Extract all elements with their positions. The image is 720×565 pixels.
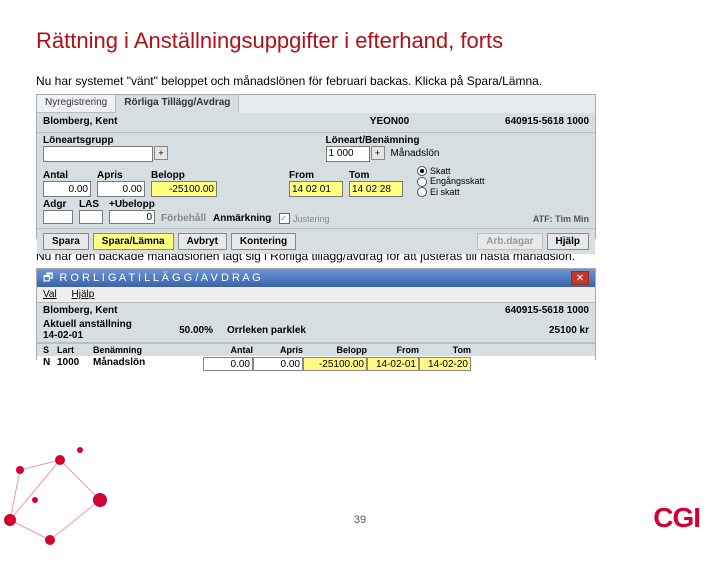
apris-input[interactable]: 0.00: [97, 181, 145, 197]
loneartsgrupp-dropdown-icon[interactable]: +: [154, 146, 168, 160]
save-button[interactable]: Spara: [43, 233, 89, 250]
radio-engangsskatt[interactable]: Engångsskatt: [417, 176, 485, 187]
h-s: S: [43, 345, 57, 355]
col-tom: Tom: [349, 170, 403, 181]
cancel-button[interactable]: Avbryt: [178, 233, 227, 250]
aktuell-label: Aktuell anställning14-02-01: [43, 319, 153, 341]
screenshot-panel-2: 🗗 R O R L I G A T I L L Ä G G / A V D R …: [36, 268, 596, 360]
kr: 25100 kr: [529, 325, 589, 336]
r-ben: Månadslön: [93, 357, 203, 371]
close-icon[interactable]: ✕: [571, 271, 589, 285]
help-button[interactable]: Hjälp: [547, 233, 589, 250]
col-belopp: Belopp: [151, 170, 217, 181]
label-loneartsgrupp: Löneartsgrupp: [43, 135, 168, 146]
orrleken: Orrleken parklek: [213, 325, 343, 336]
r-antal: 0.00: [203, 357, 253, 371]
col-adgr: Adgr: [43, 199, 73, 210]
code: YEON00: [274, 116, 505, 127]
p2-pnr: 640915-5618 1000: [505, 305, 589, 316]
atf-label: ATF: Tim Min: [533, 214, 589, 224]
tab-rorliga-tillagg[interactable]: Rörliga Tillägg/Avdrag: [116, 95, 239, 113]
loneart-dropdown-icon[interactable]: +: [371, 146, 385, 160]
h-belopp: Belopp: [303, 345, 367, 355]
loneart-code[interactable]: 1 000: [326, 146, 370, 162]
r-s: N: [43, 357, 57, 371]
cgi-logo: CGI: [653, 502, 700, 534]
col-anmarkning: Anmärkning: [213, 213, 273, 224]
tom-input[interactable]: 14 02 28: [349, 181, 403, 197]
r-lart: 1000: [57, 357, 93, 371]
col-from: From: [289, 170, 343, 181]
h-from: From: [367, 345, 419, 355]
window-icon: 🗗: [43, 269, 53, 288]
belopp-input[interactable]: -25100.00: [151, 181, 217, 197]
col-forbehall: Förbehåll: [161, 213, 207, 224]
menu-val[interactable]: Val: [43, 289, 57, 300]
justering-check[interactable]: Justering: [279, 213, 330, 224]
r-tom: 14-02-20: [419, 357, 471, 371]
ubelopp-input[interactable]: 0: [109, 210, 155, 224]
col-apris: Apris: [97, 170, 145, 181]
intro-text-1: Nu har systemet "vänt" beloppet och måna…: [36, 74, 684, 90]
loneart-text: Månadslön: [391, 148, 440, 159]
r-apris: 0.00: [253, 357, 303, 371]
decorative-network-icon: [0, 400, 140, 560]
screenshot-panel-1: Nyregistrering Rörliga Tillägg/Avdrag Bl…: [36, 94, 596, 239]
adgr-input[interactable]: [43, 210, 73, 224]
window-title: R O R L I G A T I L L Ä G G / A V D R A …: [59, 272, 260, 284]
h-lart: Lart: [57, 345, 93, 355]
col-ubelopp: +Ubelopp: [109, 199, 155, 210]
from-input[interactable]: 14 02 01: [289, 181, 343, 197]
label-loneart: Löneart/Benämning: [326, 135, 440, 146]
kontering-button[interactable]: Kontering: [231, 233, 296, 250]
arbdagar-button[interactable]: Arb.dagar: [477, 233, 542, 250]
col-las: LAS: [79, 199, 103, 210]
radio-ei-skatt[interactable]: Ei skatt: [417, 187, 485, 198]
p2-name: Blomberg, Kent: [43, 305, 505, 316]
r-from: 14-02-01: [367, 357, 419, 371]
employee-name: Blomberg, Kent: [43, 116, 274, 127]
menu-hjalp[interactable]: Hjälp: [72, 289, 95, 300]
page-number: 39: [354, 514, 366, 526]
save-leave-button[interactable]: Spara/Lämna: [93, 233, 174, 250]
r-belopp: -25100.00: [303, 357, 367, 371]
antal-input[interactable]: 0.00: [43, 181, 91, 197]
person-number: 640915-5618 1000: [505, 116, 589, 127]
loneartsgrupp-input[interactable]: [43, 146, 153, 162]
h-antal: Antal: [203, 345, 253, 355]
pct: 50.00%: [153, 325, 213, 336]
col-antal: Antal: [43, 170, 91, 181]
tab-nyregistrering[interactable]: Nyregistrering: [37, 95, 116, 113]
las-input[interactable]: [79, 210, 103, 224]
h-apris: Apris: [253, 345, 303, 355]
h-benamning: Benämning: [93, 345, 203, 355]
h-tom: Tom: [419, 345, 471, 355]
slide-title: Rättning i Anställningsuppgifter i efter…: [36, 28, 684, 54]
radio-skatt[interactable]: Skatt: [417, 166, 485, 177]
